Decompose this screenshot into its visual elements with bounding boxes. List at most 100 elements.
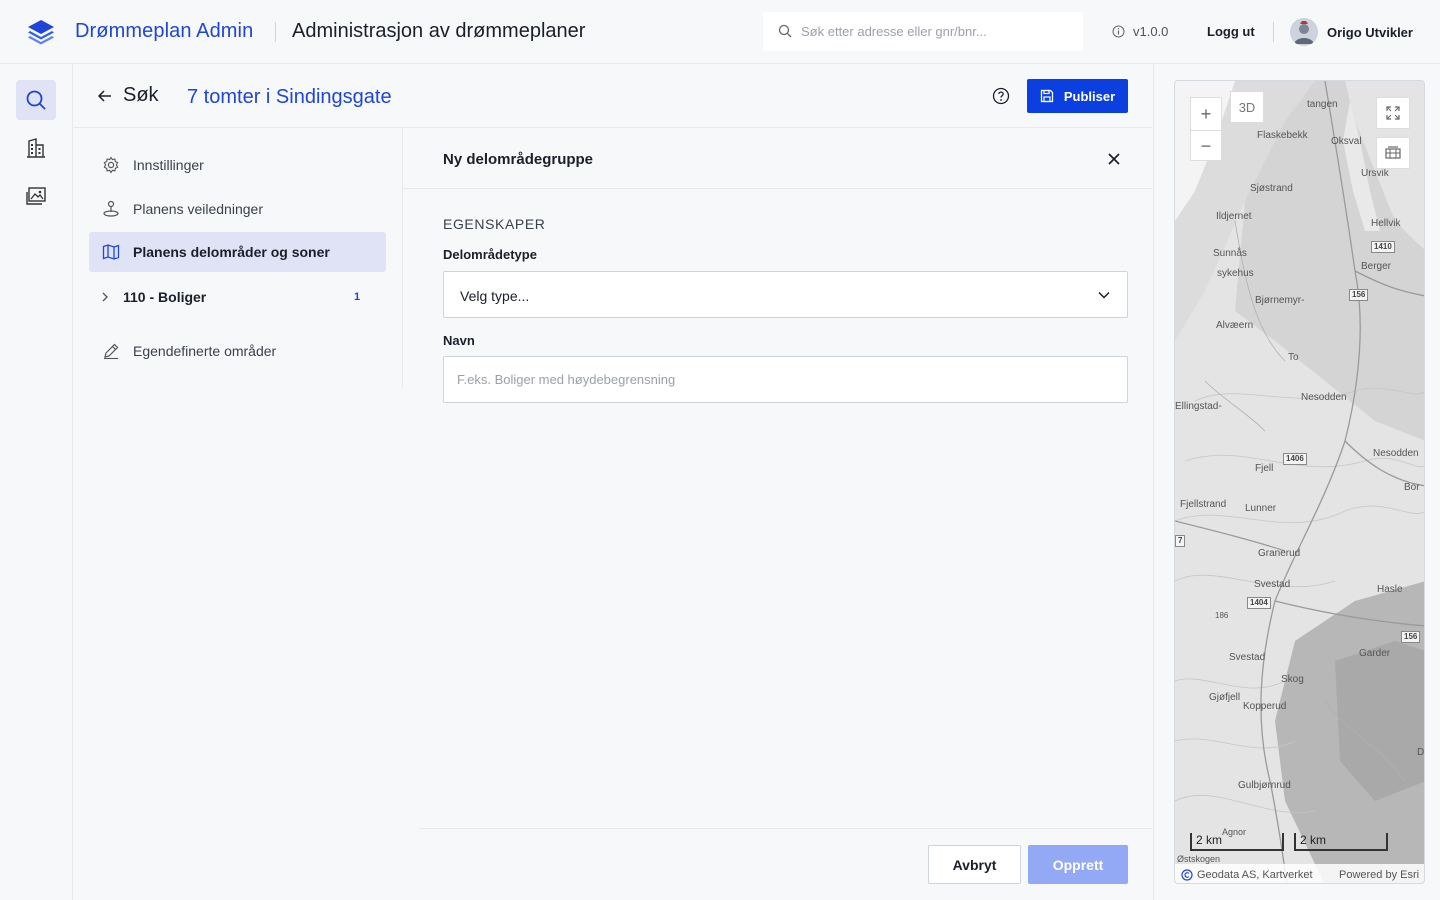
back-button[interactable]: Søk xyxy=(97,84,159,107)
top-bar: Drømmeplan Admin Administrasjon av drømm… xyxy=(0,0,1440,64)
place-label: Nesodden xyxy=(1373,448,1419,459)
3d-toggle-button[interactable]: 3D xyxy=(1230,91,1264,123)
basemap-icon xyxy=(1385,146,1401,159)
place-label: Oksval xyxy=(1331,136,1362,147)
search-box[interactable] xyxy=(763,12,1083,51)
section-heading: EGENSKAPER xyxy=(443,216,546,232)
name-input[interactable] xyxy=(443,356,1128,403)
info-icon xyxy=(1112,25,1125,38)
rail-images-button[interactable] xyxy=(16,176,56,216)
user-name[interactable]: Origo Utvikler xyxy=(1327,25,1413,40)
place-label: Bor xyxy=(1404,482,1420,493)
place-label: Granerud xyxy=(1258,548,1301,559)
place-label: Garder xyxy=(1359,648,1391,659)
map-view[interactable]: tangen Flaskebekk Oksval Ursvik Sjøstran… xyxy=(1174,80,1425,884)
images-icon xyxy=(26,187,46,205)
left-rail xyxy=(0,64,73,900)
search-input[interactable] xyxy=(801,12,1071,51)
version-label: v1.0.0 xyxy=(1133,24,1169,39)
scale-bar-secondary: 2 km xyxy=(1294,833,1388,851)
zoom-out-button[interactable]: − xyxy=(1191,130,1221,162)
type-field-label: Delområdetype xyxy=(443,247,537,262)
panel-header: Ny delområdegruppe xyxy=(403,128,1152,189)
place-label: Ursvik xyxy=(1361,168,1389,179)
panel-title: Ny delområdegruppe xyxy=(443,151,594,168)
place-label: Kopperud xyxy=(1243,701,1287,712)
panel-footer: Avbryt Opprett xyxy=(419,828,1152,900)
cancel-button[interactable]: Avbryt xyxy=(928,845,1021,884)
version-info: v1.0.0 xyxy=(1112,24,1168,39)
place-label: Alvæern xyxy=(1216,320,1254,331)
chevron-right-icon[interactable] xyxy=(95,287,115,307)
nav-item-label: 110 - Boliger xyxy=(123,289,207,305)
place-label: Fjell xyxy=(1255,463,1274,474)
place-label: Østskogen xyxy=(1177,854,1221,864)
rail-buildings-button[interactable] xyxy=(16,128,56,168)
place-label: Hasle xyxy=(1377,584,1403,595)
nav-item-settings[interactable]: Innstillinger xyxy=(89,145,386,185)
road-number: 1406 xyxy=(1283,453,1307,465)
place-label: Gulbjørnrud xyxy=(1238,780,1291,791)
road-number: 156 xyxy=(1401,631,1421,643)
place-label: D xyxy=(1417,747,1425,758)
nav-item-group-boliger[interactable]: 110 - Boliger 1 xyxy=(89,277,386,317)
avatar[interactable] xyxy=(1290,18,1318,46)
plan-header: Søk 7 tomter i Sindingsgate Publiser xyxy=(74,64,1152,128)
place-label: Skog xyxy=(1281,674,1304,685)
map-terrain xyxy=(1175,81,1424,883)
place-label: Hellvik xyxy=(1371,218,1401,229)
nav-item-guides[interactable]: Planens veiledninger xyxy=(89,189,386,229)
place-label: Svestad xyxy=(1229,652,1266,663)
select-value: Velg type... xyxy=(460,288,530,304)
nav-item-label: Innstillinger xyxy=(133,157,204,173)
scale-bar-metric: 2 km xyxy=(1190,833,1284,851)
fullscreen-button[interactable] xyxy=(1376,97,1410,129)
name-field-label: Navn xyxy=(443,333,475,348)
close-icon[interactable] xyxy=(1106,151,1122,167)
place-label: To xyxy=(1288,352,1299,363)
plan-title: 7 tomter i Sindingsgate xyxy=(187,86,392,108)
publish-button[interactable]: Publiser xyxy=(1027,79,1128,113)
place-label: Gjøfjell xyxy=(1209,692,1241,703)
subarea-type-select[interactable]: Velg type... xyxy=(443,271,1128,318)
map-icon xyxy=(101,242,121,262)
app-title: Administrasjon av drømmeplaner xyxy=(292,20,586,42)
place-label: Ellingstad- xyxy=(1175,401,1222,412)
pencil-icon xyxy=(101,341,121,361)
road-number: 1410 xyxy=(1371,241,1395,253)
road-number: 7 xyxy=(1175,535,1186,547)
arrow-left-icon xyxy=(97,89,111,102)
rail-search-button[interactable] xyxy=(16,80,56,120)
place-label: 186 xyxy=(1215,611,1229,620)
place-label: Ildjernet xyxy=(1216,211,1252,222)
create-button[interactable]: Opprett xyxy=(1028,845,1128,884)
help-icon[interactable] xyxy=(992,87,1010,105)
powered-by-esri[interactable]: Powered by Esri xyxy=(1339,869,1419,881)
user-avatar-image xyxy=(1290,18,1318,46)
stacked-layers-logo-icon[interactable] xyxy=(26,18,56,46)
divider xyxy=(1273,22,1274,42)
copyright-icon[interactable] xyxy=(1181,868,1193,881)
nav-item-subareas[interactable]: Planens delområder og soner xyxy=(89,232,386,272)
nav-item-label: Egendefinerte områder xyxy=(133,343,277,359)
new-subarea-group-panel: Ny delområdegruppe EGENSKAPER Delområdet… xyxy=(403,128,1152,900)
search-icon xyxy=(26,90,46,110)
place-label: Bjørnemyr- xyxy=(1255,295,1305,306)
zoom-in-button[interactable]: + xyxy=(1191,98,1221,130)
chevron-down-icon xyxy=(1098,291,1110,299)
divider xyxy=(275,22,276,42)
map-panel: tangen Flaskebekk Oksval Ursvik Sjøstran… xyxy=(1153,64,1440,900)
place-label: tangen xyxy=(1307,99,1338,110)
basemap-button[interactable] xyxy=(1376,137,1410,169)
logout-button[interactable]: Logg ut xyxy=(1207,24,1255,39)
search-icon xyxy=(778,24,792,38)
place-label: Flaskebekk xyxy=(1257,130,1308,141)
place-label: Sunnås xyxy=(1213,248,1247,259)
gear-icon xyxy=(101,155,121,175)
brand-name[interactable]: Drømmeplan Admin xyxy=(75,20,253,43)
place-label: Svestad xyxy=(1254,579,1291,590)
nav-item-label: Planens delområder og soner xyxy=(133,244,330,260)
nav-item-custom-areas[interactable]: Egendefinerte områder xyxy=(89,331,386,371)
place-label: Fjellstrand xyxy=(1180,499,1227,510)
place-label: Nesodden xyxy=(1301,392,1347,403)
